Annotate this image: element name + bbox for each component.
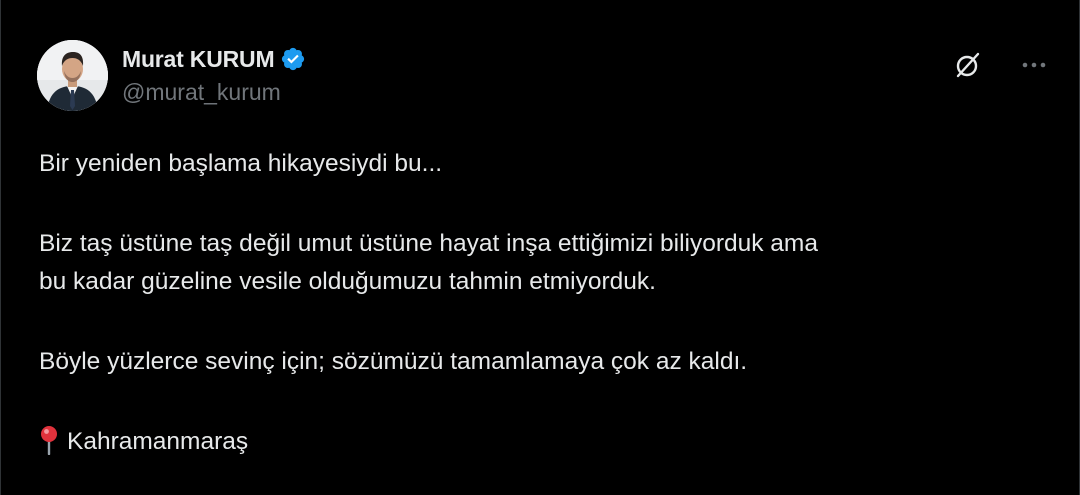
display-name-row: Murat KURUM xyxy=(122,44,306,74)
more-icon[interactable] xyxy=(1019,52,1049,78)
avatar[interactable] xyxy=(37,40,108,111)
display-name[interactable]: Murat KURUM xyxy=(122,46,275,73)
grok-icon[interactable] xyxy=(953,50,983,80)
post-paragraph: Biz taş üstüne taş değil umut üstüne hay… xyxy=(39,230,818,295)
post-paragraph: Böyle yüzlerce sevinç için; sözümüzü tam… xyxy=(39,348,748,375)
post-paragraph: Bir yeniden başlama hikayesiydi bu... xyxy=(39,150,443,177)
location-text: Kahramanmaraş xyxy=(67,428,249,455)
avatar-photo-icon xyxy=(37,40,108,111)
round-pushpin-icon xyxy=(39,425,59,456)
verified-badge-icon[interactable] xyxy=(280,46,306,72)
handle[interactable]: @murat_kurum xyxy=(122,79,306,106)
location-line: Kahramanmaraş xyxy=(39,423,1049,461)
post-header: Murat KURUM @murat_kurum xyxy=(37,40,1049,120)
author-names: Murat KURUM @murat_kurum xyxy=(122,44,306,106)
post-text: Bir yeniden başlama hikayesiydi bu... Bi… xyxy=(39,145,1049,461)
post-card: Murat KURUM @murat_kurum Bir yeniden baş… xyxy=(0,0,1080,495)
